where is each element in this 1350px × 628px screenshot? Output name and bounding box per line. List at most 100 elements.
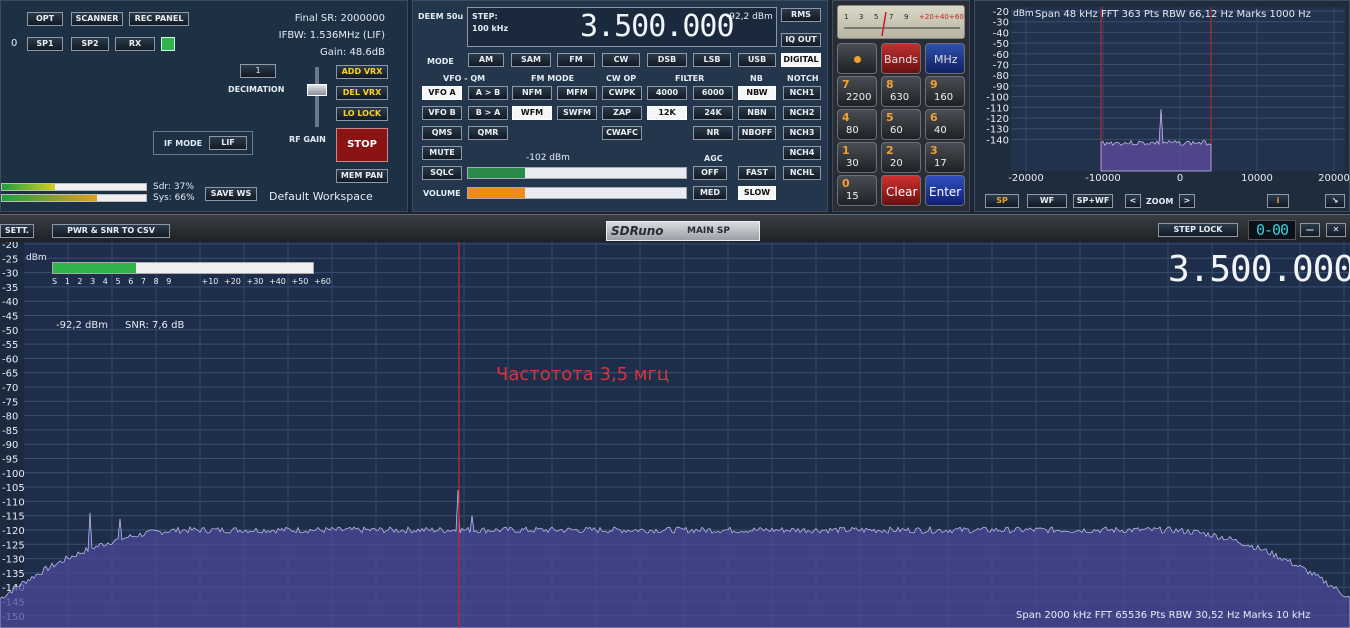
clear-key[interactable]: Clear xyxy=(881,175,921,206)
mode-lsb-button[interactable]: LSB xyxy=(693,53,731,67)
aux-y-tick-label: -110 xyxy=(986,103,1009,114)
agc-off-button[interactable]: OFF xyxy=(693,166,727,180)
sp-view-button[interactable]: SP xyxy=(985,194,1019,208)
add-vrx-button[interactable]: ADD VRX xyxy=(336,65,388,79)
sp-wf-view-button[interactable]: SP+WF xyxy=(1073,194,1113,208)
qms-button[interactable]: QMS xyxy=(422,126,462,140)
zoom-in-button[interactable]: > xyxy=(1179,194,1195,208)
vfo-a-button[interactable]: VFO A xyxy=(422,86,462,100)
pwr-snr-csv-button[interactable]: PWR & SNR TO CSV xyxy=(52,224,170,238)
step-lock-button[interactable]: STEP LOCK xyxy=(1158,223,1238,237)
main-frequency-display[interactable]: 3.500.000 xyxy=(1168,248,1350,292)
rms-button[interactable]: RMS xyxy=(781,8,821,22)
nboff-button[interactable]: NBOFF xyxy=(738,126,776,140)
mhz-key[interactable]: MHz xyxy=(925,43,965,74)
keypad-key-1[interactable]: 1 30 xyxy=(837,142,877,173)
nfm-button[interactable]: NFM xyxy=(512,86,552,100)
vfo-frequency[interactable]: 3.500.000 xyxy=(580,10,735,44)
zoom-out-button[interactable]: < xyxy=(1125,194,1141,208)
rf-gain-slider-handle[interactable] xyxy=(307,84,327,96)
y-tick-label: -55 xyxy=(2,340,18,351)
wf-view-button[interactable]: WF xyxy=(1027,194,1067,208)
keypad-marker-key[interactable] xyxy=(837,43,877,74)
if-mode-select[interactable]: LIF xyxy=(209,136,247,150)
lo-lock-button[interactable]: LO LOCK xyxy=(336,107,388,121)
del-vrx-button[interactable]: DEL VRX xyxy=(336,86,388,100)
agc-fast-button[interactable]: FAST xyxy=(738,166,776,180)
vfo-b-button[interactable]: VFO B xyxy=(422,106,462,120)
filter-4000-button[interactable]: 4000 xyxy=(647,86,687,100)
filter-6000-button[interactable]: 6000 xyxy=(693,86,733,100)
main-spectrum-plot[interactable]: -20 -25 -30 -35 -40 -45 -50 -55 -60 -65 -70 -75 -80 -… xyxy=(0,242,1350,628)
sp1-button[interactable]: SP1 xyxy=(27,37,63,51)
keypad-key-2[interactable]: 2 20 xyxy=(881,142,921,173)
b-to-a-button[interactable]: B > A xyxy=(468,106,508,120)
settings-button[interactable]: SETT. xyxy=(0,224,34,238)
keypad-key-4[interactable]: 4 80 xyxy=(837,109,877,140)
nch4-button[interactable]: NCH4 xyxy=(783,146,821,160)
mode-sam-button[interactable]: SAM xyxy=(511,53,551,67)
mode-dsb-button[interactable]: DSB xyxy=(647,53,687,67)
keypad-key-6[interactable]: 6 40 xyxy=(925,109,965,140)
mfm-button[interactable]: MFM xyxy=(557,86,597,100)
frequency-display[interactable]: STEP: 100 kHz 3.500.000 -92,2 dBm xyxy=(467,7,777,47)
mode-fm-button[interactable]: FM xyxy=(557,53,595,67)
agc-slow-button[interactable]: SLOW xyxy=(738,186,776,200)
info-button[interactable]: i xyxy=(1267,194,1289,208)
rx-button[interactable]: RX xyxy=(115,37,155,51)
aux-spectrum-plot[interactable]: -20-30-40-50-60-70-80-90-100-110-120-130… xyxy=(981,3,1350,185)
zap-button[interactable]: ZAP xyxy=(602,106,642,120)
iq-out-button[interactable]: IQ OUT xyxy=(781,33,821,47)
mem-pan-button[interactable]: MEM PAN xyxy=(336,169,388,183)
keypad-key-9[interactable]: 9 160 xyxy=(925,76,965,107)
agc-med-button[interactable]: MED xyxy=(693,186,727,200)
nbn-button[interactable]: NBN xyxy=(738,106,776,120)
keypad-key-0[interactable]: 0 15 xyxy=(837,175,877,206)
a-to-b-button[interactable]: A > B xyxy=(468,86,508,100)
opt-button[interactable]: OPT xyxy=(27,12,63,26)
nr-button[interactable]: NR xyxy=(693,126,733,140)
rf-gain-slider-track[interactable] xyxy=(315,67,319,127)
keypad-key-band: 40 xyxy=(934,125,947,136)
cwpk-button[interactable]: CWPK xyxy=(602,86,642,100)
keypad-key-3[interactable]: 3 17 xyxy=(925,142,965,173)
mode-cw-button[interactable]: CW xyxy=(602,53,640,67)
y-tick-label: -100 xyxy=(2,469,25,480)
keypad-key-5[interactable]: 5 60 xyxy=(881,109,921,140)
stop-button[interactable]: STOP xyxy=(336,128,388,162)
squelch-button[interactable]: SQLC xyxy=(422,166,462,180)
nbw-button[interactable]: NBW xyxy=(738,86,776,100)
filter-24k-button[interactable]: 24K xyxy=(693,106,733,120)
digital-button[interactable]: DIGITAL xyxy=(781,53,821,67)
nch2-button[interactable]: NCH2 xyxy=(783,106,821,120)
mute-button[interactable]: MUTE xyxy=(422,146,462,160)
bands-key[interactable]: Bands xyxy=(881,43,921,74)
mode-usb-button[interactable]: USB xyxy=(738,53,776,67)
mode-am-button[interactable]: AM xyxy=(468,53,504,67)
sp2-button[interactable]: SP2 xyxy=(71,37,109,51)
volume-slider[interactable] xyxy=(467,187,687,199)
enter-key[interactable]: Enter xyxy=(925,175,965,206)
keypad-key-8[interactable]: 8 630 xyxy=(881,76,921,107)
decimation-value[interactable]: 1 xyxy=(240,64,276,78)
wfm-button[interactable]: WFM xyxy=(512,106,552,120)
nch3-button[interactable]: NCH3 xyxy=(783,126,821,140)
scanner-button[interactable]: SCANNER xyxy=(71,12,123,26)
window-title-bar[interactable]: SDRuno MAIN SP xyxy=(606,221,760,241)
nchl-button[interactable]: NCHL xyxy=(783,166,821,180)
close-icon[interactable]: ✕ xyxy=(1326,223,1346,237)
keypad-key-7[interactable]: 7 2200 xyxy=(837,76,877,107)
nch1-button[interactable]: NCH1 xyxy=(783,86,821,100)
save-workspace-button[interactable]: SAVE WS xyxy=(205,187,257,201)
cwafc-button[interactable]: CWAFC xyxy=(602,126,642,140)
rec-panel-button[interactable]: REC PANEL xyxy=(129,12,189,26)
swfm-button[interactable]: SWFM xyxy=(557,106,597,120)
step-value[interactable]: 100 kHz xyxy=(472,24,508,33)
expand-icon[interactable]: ↘ xyxy=(1325,194,1345,208)
filter-12k-button[interactable]: 12K xyxy=(647,106,687,120)
aux-y-tick-label: -70 xyxy=(993,61,1009,72)
squelch-slider[interactable] xyxy=(467,167,687,179)
minimize-icon[interactable]: — xyxy=(1300,223,1320,237)
y-tick-label: -90 xyxy=(2,440,18,451)
qmr-button[interactable]: QMR xyxy=(468,126,508,140)
